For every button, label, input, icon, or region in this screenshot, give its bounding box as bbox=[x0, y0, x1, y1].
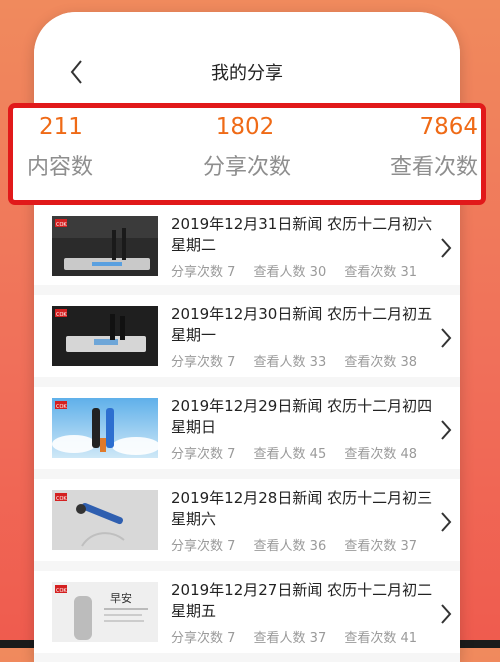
thumb-brand: COK bbox=[56, 588, 67, 594]
view-count: 查看次数 37 bbox=[344, 539, 418, 554]
list-item[interactable]: COK 2019年12月31日新闻 农历十二月初六 星期二 分享次数 7 查看人… bbox=[34, 205, 460, 285]
item-title: 2019年12月30日新闻 农历十二月初五 星期一 bbox=[171, 305, 433, 344]
chevron-right-icon[interactable] bbox=[440, 327, 452, 349]
thumbnail-image: COK bbox=[52, 490, 158, 550]
thumbnail-image: COK bbox=[52, 216, 158, 276]
page-title: 我的分享 bbox=[211, 63, 283, 84]
share-count: 分享次数 7 bbox=[171, 355, 236, 370]
viewer-count: 查看人数 33 bbox=[253, 355, 327, 370]
list-item[interactable]: COK 早安 2019年12月27日新闻 农历十二月初二 星期五 分享次数 7 … bbox=[34, 571, 460, 653]
item-meta: 分享次数 7 查看人数 45 查看次数 48 bbox=[171, 443, 431, 462]
item-meta: 分享次数 7 查看人数 30 查看次数 31 bbox=[171, 261, 431, 280]
item-title: 2019年12月28日新闻 农历十二月初三 星期六 bbox=[171, 489, 433, 528]
list-item[interactable]: COK 2019年12月30日新闻 农历十二月初五 星期一 分享次数 7 查看人… bbox=[34, 295, 460, 377]
share-count: 分享次数 7 bbox=[171, 265, 236, 280]
chevron-right-icon[interactable] bbox=[440, 603, 452, 625]
viewer-count: 查看人数 36 bbox=[253, 539, 327, 554]
list-item[interactable]: COK 2019年12月29日新闻 农历十二月初四 星期日 分享次数 7 查看人… bbox=[34, 387, 460, 469]
thumbnail-image: COK 早安 bbox=[52, 582, 158, 642]
item-title: 2019年12月27日新闻 农历十二月初二 星期五 bbox=[171, 581, 433, 620]
viewer-count: 查看人数 30 bbox=[253, 265, 327, 280]
item-meta: 分享次数 7 查看人数 37 查看次数 41 bbox=[171, 627, 431, 646]
stat-label: 查看次数 bbox=[389, 155, 478, 180]
stat-view-count: 7864 查看次数 bbox=[390, 114, 478, 181]
chevron-right-icon[interactable] bbox=[440, 511, 452, 533]
share-count: 分享次数 7 bbox=[171, 539, 236, 554]
list-item[interactable]: COK 2019年12月28日新闻 农历十二月初三 星期六 分享次数 7 查看人… bbox=[34, 479, 460, 561]
chevron-right-icon[interactable] bbox=[440, 237, 452, 259]
stats-panel: 211 内容数 1802 分享次数 7864 查看次数 bbox=[8, 103, 486, 205]
header-bar: 我的分享 bbox=[34, 12, 460, 117]
view-count: 查看次数 41 bbox=[344, 631, 418, 646]
thumbnail-image: COK bbox=[52, 398, 158, 458]
share-count: 分享次数 7 bbox=[171, 447, 236, 462]
item-meta: 分享次数 7 查看人数 33 查看次数 38 bbox=[171, 351, 431, 370]
viewer-count: 查看人数 37 bbox=[253, 631, 327, 646]
share-list: COK 2019年12月31日新闻 农历十二月初六 星期二 分享次数 7 查看人… bbox=[34, 205, 460, 662]
chevron-right-icon[interactable] bbox=[440, 419, 452, 441]
thumb-brand: COK bbox=[56, 222, 67, 228]
stat-value: 7864 bbox=[419, 114, 478, 140]
thumb-text: 早安 bbox=[110, 591, 132, 605]
thumbnail-image: COK bbox=[52, 306, 158, 366]
item-meta: 分享次数 7 查看人数 36 查看次数 37 bbox=[171, 535, 431, 554]
view-count: 查看次数 31 bbox=[344, 265, 418, 280]
thumb-brand: COK bbox=[56, 404, 67, 410]
view-count: 查看次数 38 bbox=[344, 355, 418, 370]
thumb-brand: COK bbox=[56, 312, 67, 318]
view-count: 查看次数 48 bbox=[344, 447, 418, 462]
item-title: 2019年12月31日新闻 农历十二月初六 星期二 bbox=[171, 215, 433, 254]
share-count: 分享次数 7 bbox=[171, 631, 236, 646]
thumb-brand: COK bbox=[56, 496, 67, 502]
viewer-count: 查看人数 45 bbox=[253, 447, 327, 462]
item-title: 2019年12月29日新闻 农历十二月初四 星期日 bbox=[171, 397, 433, 436]
